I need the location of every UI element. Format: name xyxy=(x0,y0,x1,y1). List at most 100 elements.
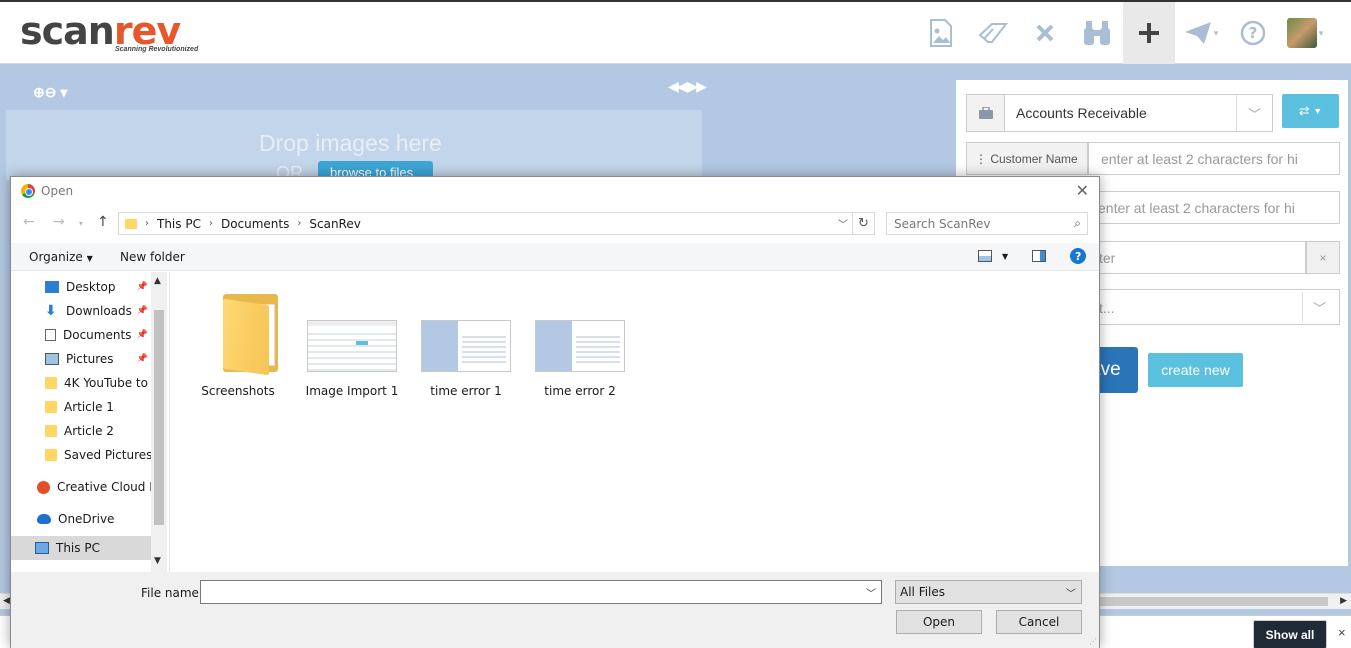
pin-icon[interactable]: 📌 xyxy=(137,306,148,316)
refresh-icon[interactable]: ↻ xyxy=(853,212,875,235)
organize-menu[interactable]: Organize ▼ xyxy=(29,250,93,264)
chevron-down-icon[interactable]: ﹀ xyxy=(1236,95,1272,131)
scroll-left-icon[interactable]: ◀ xyxy=(3,595,10,606)
back-arrow-icon[interactable]: ← xyxy=(23,214,35,230)
sidebar-item-article-2[interactable]: Article 2 xyxy=(11,419,151,443)
open-button[interactable]: Open xyxy=(896,610,982,634)
pane-divider[interactable] xyxy=(169,272,170,572)
user-menu[interactable]: ▾ xyxy=(1279,2,1331,64)
page-nav-arrows[interactable]: ◀◀ ▶▶ xyxy=(668,78,707,95)
send-icon[interactable]: ▾ xyxy=(1175,2,1227,64)
customer-name-input[interactable]: enter at least 2 characters for hi xyxy=(1088,142,1340,175)
caret-down-icon[interactable]: ▼ xyxy=(1002,252,1008,261)
sidebar-item-creative-cloud[interactable]: Creative Cloud Fil xyxy=(11,475,151,499)
customer-name-label: ⋮ Customer Name xyxy=(966,142,1088,175)
scrollbar-thumb[interactable] xyxy=(1100,597,1328,606)
pin-icon[interactable]: 📌 xyxy=(137,354,148,364)
cancel-button[interactable]: Cancel xyxy=(996,610,1082,634)
breadcrumb-separator[interactable]: › xyxy=(145,218,149,229)
clear-field-button[interactable]: × xyxy=(1306,241,1340,274)
sidebar-item-onedrive[interactable]: OneDrive xyxy=(11,507,151,531)
create-new-button[interactable]: create new xyxy=(1148,353,1243,387)
sidebar-item-this-pc[interactable]: This PC xyxy=(11,536,151,560)
pin-icon[interactable]: 📌 xyxy=(137,330,148,340)
image-thumbnail xyxy=(307,320,397,372)
close-icon[interactable] xyxy=(1019,2,1071,64)
chrome-icon xyxy=(21,184,35,198)
navigation-pane-scrollbar[interactable]: ▲ ▼ xyxy=(151,272,167,572)
navigation-pane: Desktop 📌 ⬇ Downloads 📌 Documents 📌 Pict… xyxy=(11,272,151,572)
organize-label: Organize xyxy=(29,250,83,264)
breadcrumb-this-pc[interactable]: This PC xyxy=(157,217,201,231)
show-all-button[interactable]: Show all xyxy=(1253,620,1327,648)
briefcase-icon xyxy=(967,95,1005,131)
third-input[interactable]: ter xyxy=(1088,241,1306,274)
scrollbar-thumb[interactable] xyxy=(154,310,164,525)
sidebar-item-label: Article 2 xyxy=(64,424,114,438)
sidebar-item-label: Documents xyxy=(63,328,132,342)
sidebar-item-pictures[interactable]: Pictures 📌 xyxy=(11,347,151,371)
chevron-down-icon[interactable]: ﹀ xyxy=(1302,292,1336,322)
scanrev-logo[interactable]: scanrev Scanning Revolutionized xyxy=(20,12,198,53)
sync-button[interactable]: ⇄ ▼ xyxy=(1282,94,1339,128)
change-view-icon[interactable] xyxy=(978,250,992,262)
address-bar[interactable]: › This PC › Documents › ScanRev ﹀ xyxy=(118,212,853,235)
account-select[interactable]: Accounts Receivable ﹀ xyxy=(966,94,1273,132)
zoom-control[interactable]: ⊕⊖ ▾ xyxy=(33,84,67,101)
forward-arrow-icon[interactable]: → xyxy=(53,214,65,230)
pictures-icon xyxy=(45,353,59,365)
scroll-down-icon[interactable]: ▼ xyxy=(154,556,161,566)
sidebar-item-downloads[interactable]: ⬇ Downloads 📌 xyxy=(11,299,151,323)
file-type-select[interactable]: All Files ﹀ xyxy=(895,580,1082,604)
file-name-input[interactable]: ﹀ xyxy=(200,580,882,604)
scroll-up-icon[interactable]: ▲ xyxy=(154,276,161,286)
chevron-down-icon: ﹀ xyxy=(1066,589,1076,600)
new-folder-button[interactable]: New folder xyxy=(120,250,185,264)
resize-grip-icon[interactable]: ⋰ xyxy=(1089,637,1097,646)
sidebar-item-article-1[interactable]: Article 1 xyxy=(11,395,151,419)
image-icon[interactable] xyxy=(915,2,967,64)
logo-tagline: Scanning Revolutionized xyxy=(115,46,199,53)
dialog-navigation-bar: ← → ▾ ↑ › This PC › Documents › ScanRev … xyxy=(11,210,1099,238)
second-lookup-input[interactable]: enter at least 2 characters for hi xyxy=(1088,191,1340,224)
sidebar-item-label: Pictures xyxy=(66,352,114,366)
caret-down-icon: ▼ xyxy=(1313,106,1323,116)
help-icon[interactable]: ? xyxy=(1070,248,1087,264)
pin-icon[interactable]: 📌 xyxy=(137,282,148,292)
breadcrumb-scanrev[interactable]: ScanRev xyxy=(309,217,360,231)
search-placeholder: Search ScanRev xyxy=(894,217,991,231)
open-file-dialog: Open ✕ ← → ▾ ↑ › This PC › Documents › S… xyxy=(10,176,1100,648)
recent-locations-icon[interactable]: ▾ xyxy=(79,219,83,228)
sidebar-item-documents[interactable]: Documents 📌 xyxy=(11,323,151,347)
breadcrumb-separator[interactable]: › xyxy=(209,218,213,229)
chevron-down-icon[interactable]: ﹀ xyxy=(866,585,876,600)
sidebar-item-4k-youtube[interactable]: 4K YouTube to M xyxy=(11,371,151,395)
chevron-down-icon: ▾ xyxy=(1318,27,1324,38)
dialog-footer: File name: ﹀ All Files ﹀ Open Cancel ⋰ xyxy=(11,572,1099,648)
chevron-down-icon[interactable]: ﹀ xyxy=(838,216,848,231)
up-arrow-icon[interactable]: ↑ xyxy=(97,214,109,230)
eraser-icon[interactable] xyxy=(967,2,1019,64)
breadcrumb-documents[interactable]: Documents xyxy=(221,217,289,231)
sidebar-item-saved-pictures[interactable]: Saved Pictures xyxy=(11,443,151,467)
binoculars-icon[interactable] xyxy=(1071,2,1123,64)
search-input[interactable]: Search ScanRev ⌕ xyxy=(886,212,1088,235)
plus-icon[interactable] xyxy=(1123,2,1175,64)
folder-icon xyxy=(125,218,137,229)
folder-icon xyxy=(45,377,57,389)
folder-icon xyxy=(45,425,57,437)
sidebar-item-desktop[interactable]: Desktop 📌 xyxy=(11,275,151,299)
file-name-label: File name: xyxy=(141,586,203,600)
preview-pane-icon[interactable] xyxy=(1032,250,1047,262)
dialog-titlebar[interactable]: Open ✕ xyxy=(11,177,1099,205)
close-icon[interactable]: ✕ xyxy=(1076,181,1089,200)
close-icon[interactable]: × xyxy=(1338,625,1346,640)
folder-icon xyxy=(223,290,285,376)
breadcrumb-separator[interactable]: › xyxy=(297,218,301,229)
drop-zone-text: Drop images here xyxy=(259,130,442,156)
sidebar-item-label: Article 1 xyxy=(64,400,114,414)
dialog-title: Open xyxy=(41,184,74,198)
downloads-icon: ⬇ xyxy=(45,303,57,319)
scroll-right-icon[interactable]: ▶ xyxy=(1340,595,1347,606)
help-icon[interactable]: ? xyxy=(1227,2,1279,64)
